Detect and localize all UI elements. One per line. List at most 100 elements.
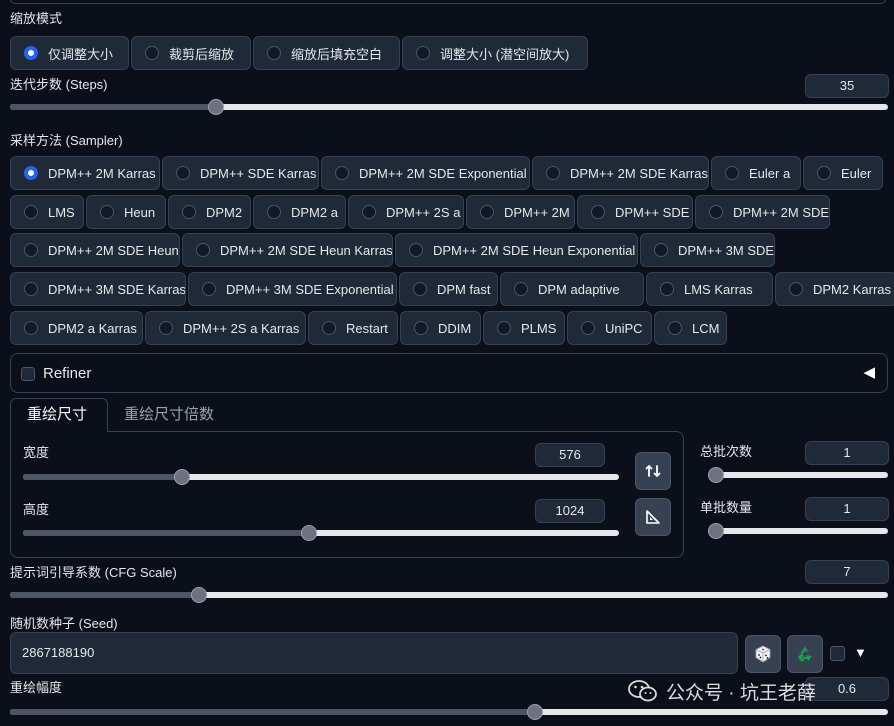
resize-mode-option[interactable]: 仅调整大小 [10, 36, 129, 70]
steps-slider[interactable] [10, 99, 888, 115]
radio-icon [159, 321, 173, 335]
resize-mode-option[interactable]: 调整大小 (潜空间放大) [402, 36, 588, 70]
sampler-option[interactable]: DPM++ 2M SDE [695, 195, 830, 229]
sampler-option-label: LMS Karras [684, 281, 753, 297]
sampler-option[interactable]: LCM [654, 311, 727, 345]
slider-thumb[interactable] [191, 587, 208, 603]
sampler-option[interactable]: DDIM [400, 311, 481, 345]
sampler-option[interactable]: DPM adaptive [500, 272, 644, 306]
watermark: 公众号 · 坑王老薛 [628, 676, 816, 706]
sampler-option[interactable]: DPM++ SDE Karras [162, 156, 319, 190]
tab-size[interactable]: 重绘尺寸 [10, 398, 108, 432]
refiner-accordion[interactable]: Refiner ◀ [10, 353, 888, 393]
sampler-option-label: Restart [346, 320, 388, 336]
sampler-option[interactable]: DPM++ 2M SDE Heun [10, 233, 180, 267]
resize-mode-option[interactable]: 缩放后填充空白 [253, 36, 400, 70]
sampler-option-label: DPM++ 3M SDE [678, 242, 775, 258]
height-slider[interactable] [23, 525, 619, 541]
refiner-checkbox[interactable] [21, 367, 35, 381]
sampler-option[interactable]: DPM++ SDE [577, 195, 693, 229]
extra-seed-checkbox[interactable] [830, 646, 845, 661]
radio-icon [789, 282, 803, 296]
collapse-arrow-icon[interactable]: ◀ [863, 363, 875, 381]
sampler-option-label: DPM++ 2M [504, 204, 570, 220]
slider-thumb[interactable] [301, 525, 318, 541]
radio-icon [654, 243, 668, 257]
sampler-option[interactable]: DPM++ 2M Karras [10, 156, 160, 190]
radio-icon [182, 205, 196, 219]
slider-thumb[interactable] [173, 469, 190, 485]
aspect-ratio-button[interactable] [635, 498, 671, 536]
width-input[interactable]: 576 [535, 443, 605, 467]
batch-size-slider[interactable] [708, 523, 888, 539]
sampler-option[interactable]: LMS [10, 195, 84, 229]
sampler-option[interactable]: DPM++ 2M SDE Heun Exponential [395, 233, 638, 267]
sampler-option-label: DPM2 a [291, 204, 338, 220]
seed-input[interactable]: 2867188190 [10, 632, 738, 674]
slider-thumb[interactable] [708, 523, 724, 539]
sampler-option[interactable]: Heun [86, 195, 166, 229]
dropdown-arrow-icon[interactable]: ▼ [854, 645, 867, 660]
sampler-option[interactable]: DPM fast [399, 272, 498, 306]
sampler-option[interactable]: DPM++ 2M SDE Exponential [321, 156, 530, 190]
sampler-option[interactable]: DPM++ 2M SDE Heun Karras [182, 233, 393, 267]
sampler-option[interactable]: Euler a [711, 156, 801, 190]
sampler-option[interactable]: DPM++ 2M [466, 195, 575, 229]
recycle-icon [798, 646, 812, 661]
sampler-option[interactable]: LMS Karras [646, 272, 773, 306]
tab-scale-by[interactable]: 重绘尺寸倍数 [124, 399, 214, 431]
sampler-option[interactable]: PLMS [483, 311, 565, 345]
denoise-slider[interactable] [10, 704, 888, 720]
cfg-input[interactable]: 7 [805, 560, 889, 584]
sampler-option[interactable]: DPM2 [168, 195, 251, 229]
sampler-option-label: DPM++ 2M SDE Karras [570, 165, 708, 181]
sampler-option[interactable]: UniPC [567, 311, 652, 345]
denoise-input[interactable]: 0.6 [805, 677, 889, 701]
sampler-option[interactable]: DPM++ 3M SDE Karras [10, 272, 186, 306]
random-seed-button[interactable] [745, 635, 781, 673]
sampler-option-label: DPM2 [206, 204, 243, 220]
sampler-option[interactable]: DPM++ 2S a Karras [145, 311, 306, 345]
tab-size-label: 重绘尺寸 [27, 406, 88, 423]
swap-dimensions-button[interactable] [635, 452, 671, 490]
radio-icon [335, 166, 349, 180]
radio-icon [668, 321, 682, 335]
sampler-option-label: DPM2 a Karras [48, 320, 137, 336]
wechat-icon [628, 680, 657, 702]
sampler-option[interactable]: DPM2 Karras [775, 272, 894, 306]
radio-icon [24, 243, 38, 257]
sampler-option[interactable]: DPM++ 3M SDE Exponential [188, 272, 397, 306]
slider-thumb[interactable] [708, 467, 724, 483]
sampler-option-label: LMS [48, 204, 75, 220]
sampler-option-label: DPM++ 2M SDE Heun Exponential [433, 242, 636, 258]
sampler-option-label: DPM fast [437, 281, 491, 297]
batch-count-slider[interactable] [708, 467, 888, 483]
height-input[interactable]: 1024 [535, 499, 605, 523]
sampler-option[interactable]: Restart [308, 311, 398, 345]
sampler-option[interactable]: DPM2 a Karras [10, 311, 143, 345]
sampler-option-label: DDIM [438, 320, 472, 336]
batch-size-input[interactable]: 1 [805, 497, 889, 521]
reuse-seed-button[interactable] [787, 635, 823, 673]
sampler-option[interactable]: DPM++ 2M SDE Karras [532, 156, 709, 190]
resize-mode-option[interactable]: 裁剪后缩放 [131, 36, 251, 70]
radio-icon [24, 46, 38, 60]
sampler-option-label: DPM++ SDE [615, 204, 690, 220]
slider-thumb[interactable] [527, 704, 544, 720]
sampler-option[interactable]: DPM++ 2S a [348, 195, 464, 229]
sampler-option-label: UniPC [605, 320, 643, 336]
sampler-option[interactable]: Euler [803, 156, 883, 190]
radio-icon [414, 321, 428, 335]
cfg-label: 提示词引导系数 (CFG Scale) [10, 565, 177, 580]
width-slider[interactable] [23, 469, 619, 485]
cfg-slider[interactable] [10, 587, 888, 603]
slider-thumb[interactable] [208, 99, 225, 115]
steps-input[interactable]: 35 [805, 74, 889, 98]
sampler-option[interactable]: DPM2 a [253, 195, 346, 229]
batch-count-input[interactable]: 1 [805, 441, 889, 465]
radio-icon [267, 46, 281, 60]
dice-icon [755, 645, 771, 663]
radio-icon [24, 282, 38, 296]
sampler-option[interactable]: DPM++ 3M SDE [640, 233, 775, 267]
radio-icon [581, 321, 595, 335]
